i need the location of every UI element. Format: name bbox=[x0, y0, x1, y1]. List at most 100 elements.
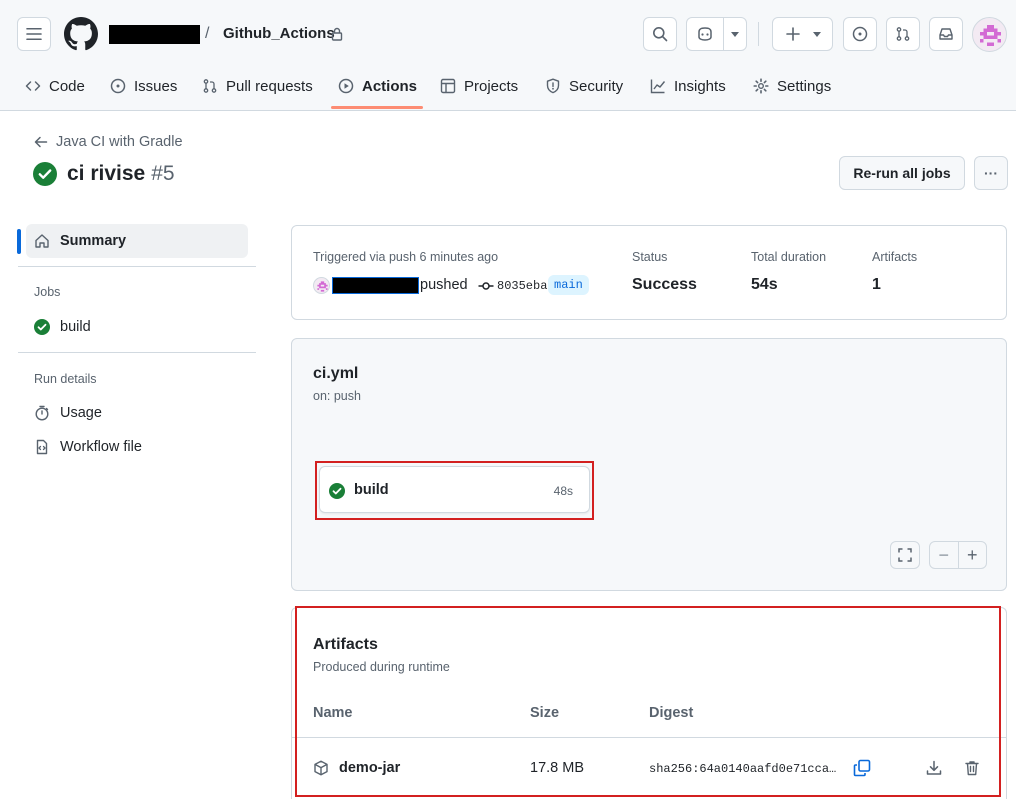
pull-requests-button[interactable] bbox=[886, 17, 920, 51]
owner-name-redacted[interactable] bbox=[109, 25, 200, 44]
header-divider bbox=[758, 22, 759, 46]
tab-code[interactable]: Code bbox=[25, 74, 85, 98]
triangle-down-icon bbox=[812, 31, 821, 37]
status-label: Status bbox=[632, 250, 668, 264]
tab-label: Issues bbox=[134, 77, 178, 95]
highlight-frame bbox=[295, 606, 1001, 797]
back-to-workflow-link[interactable]: Java CI with Gradle bbox=[34, 134, 183, 150]
tab-label: Projects bbox=[464, 77, 519, 95]
actor-avatar[interactable] bbox=[313, 277, 330, 294]
tab-label: Code bbox=[49, 77, 85, 95]
copilot-dropdown[interactable] bbox=[724, 31, 746, 37]
check-circle-fill-icon bbox=[34, 319, 50, 335]
table-icon bbox=[440, 78, 456, 94]
run-number: #5 bbox=[151, 162, 175, 185]
tab-issues[interactable]: Issues bbox=[110, 74, 177, 98]
highlight-frame bbox=[315, 461, 594, 520]
sidebar-divider bbox=[18, 266, 256, 267]
run-title: ci rivise bbox=[67, 162, 146, 185]
breadcrumb-separator: / bbox=[205, 25, 210, 42]
tab-label: Settings bbox=[777, 77, 832, 95]
gear-icon bbox=[753, 78, 769, 94]
duration-value[interactable]: 54s bbox=[751, 276, 778, 294]
play-circle-icon bbox=[338, 78, 354, 94]
menu-button[interactable] bbox=[17, 17, 51, 51]
workflow-trigger: on: push bbox=[313, 389, 361, 403]
user-avatar[interactable] bbox=[972, 17, 1007, 52]
copilot-button[interactable] bbox=[686, 17, 747, 51]
rerun-all-jobs-button[interactable]: Re-run all jobs bbox=[839, 156, 965, 190]
sidebar-item-workflow-file[interactable]: Workflow file bbox=[26, 430, 248, 464]
lock-icon bbox=[331, 27, 343, 41]
pushed-text: pushed bbox=[420, 277, 468, 293]
tab-label: Insights bbox=[674, 77, 726, 95]
check-circle-fill-icon bbox=[33, 162, 57, 186]
tab-actions[interactable]: Actions bbox=[338, 74, 417, 98]
search-icon bbox=[653, 27, 668, 42]
trigger-text: Triggered via push 6 minutes ago bbox=[313, 250, 499, 264]
tab-label: Pull requests bbox=[226, 77, 313, 95]
tab-label: Actions bbox=[362, 77, 418, 95]
file-code-icon bbox=[36, 439, 48, 455]
workflow-name: Java CI with Gradle bbox=[56, 134, 183, 150]
artifacts-count-label: Artifacts bbox=[872, 250, 918, 264]
more-options-button[interactable]: ··· bbox=[974, 156, 1008, 190]
git-pull-request-icon bbox=[203, 79, 217, 93]
jobs-heading: Jobs bbox=[34, 285, 61, 299]
sidebar-item-build-job[interactable]: build bbox=[26, 310, 248, 344]
sidebar-item-label: Summary bbox=[60, 233, 127, 249]
create-new-button[interactable] bbox=[772, 17, 833, 51]
run-details-heading: Run details bbox=[34, 372, 97, 386]
issue-circle-icon bbox=[110, 78, 126, 94]
home-icon bbox=[35, 234, 49, 248]
sidebar-item-usage[interactable]: Usage bbox=[26, 396, 248, 430]
search-button[interactable] bbox=[643, 17, 677, 51]
branch-badge[interactable]: main bbox=[548, 275, 589, 295]
git-commit-icon bbox=[478, 282, 494, 290]
zoom-controls: − + bbox=[929, 541, 987, 569]
identicon-avatar bbox=[317, 281, 328, 292]
commit-sha-link[interactable]: 8035eba bbox=[497, 279, 547, 293]
inbox-button[interactable] bbox=[929, 17, 963, 51]
run-summary-card: Triggered via push 6 minutes ago pushed … bbox=[291, 225, 1007, 320]
triangle-down-icon bbox=[731, 31, 739, 37]
hamburger-icon bbox=[26, 27, 42, 41]
zoom-out-button[interactable]: − bbox=[930, 542, 959, 568]
git-pull-request-icon bbox=[896, 27, 910, 41]
zoom-in-button[interactable]: + bbox=[959, 542, 987, 568]
app-header: / Github_Actions Code Issues Pull reques… bbox=[0, 0, 1016, 111]
sidebar-item-label: Usage bbox=[60, 405, 102, 421]
graph-icon bbox=[650, 79, 666, 94]
tab-label: Security bbox=[569, 77, 624, 95]
github-mark-icon bbox=[64, 17, 98, 51]
arrow-left-icon bbox=[34, 136, 48, 148]
tab-settings[interactable]: Settings bbox=[753, 74, 831, 98]
active-indicator bbox=[17, 229, 21, 254]
fullscreen-button[interactable] bbox=[890, 541, 920, 569]
shield-icon bbox=[546, 78, 560, 94]
issues-button[interactable] bbox=[843, 17, 877, 51]
sidebar-item-summary[interactable]: Summary bbox=[26, 224, 248, 258]
artifacts-count-value[interactable]: 1 bbox=[872, 276, 881, 294]
sidebar-item-label: build bbox=[60, 319, 91, 335]
stopwatch-icon bbox=[35, 405, 49, 421]
copilot-icon bbox=[698, 27, 712, 41]
page-title: ci rivise #5 bbox=[33, 162, 175, 186]
tab-pull-requests[interactable]: Pull requests bbox=[202, 74, 313, 98]
duration-label: Total duration bbox=[751, 250, 827, 264]
sidebar-item-label: Workflow file bbox=[60, 439, 142, 455]
tab-insights[interactable]: Insights bbox=[650, 74, 726, 98]
actor-name-redacted[interactable] bbox=[332, 277, 419, 294]
tab-security[interactable]: Security bbox=[545, 74, 623, 98]
identicon-avatar bbox=[980, 25, 1001, 46]
issue-circle-icon bbox=[852, 26, 868, 42]
inbox-icon bbox=[939, 28, 953, 40]
screen-full-icon bbox=[898, 548, 912, 562]
github-logo[interactable] bbox=[64, 17, 98, 51]
tab-projects[interactable]: Projects bbox=[440, 74, 518, 98]
active-tab-underline bbox=[331, 106, 423, 109]
workflow-file-name: ci.yml bbox=[313, 365, 359, 382]
repo-name[interactable]: Github_Actions bbox=[223, 25, 335, 42]
plus-icon bbox=[785, 27, 800, 41]
status-value: Success bbox=[632, 276, 697, 293]
